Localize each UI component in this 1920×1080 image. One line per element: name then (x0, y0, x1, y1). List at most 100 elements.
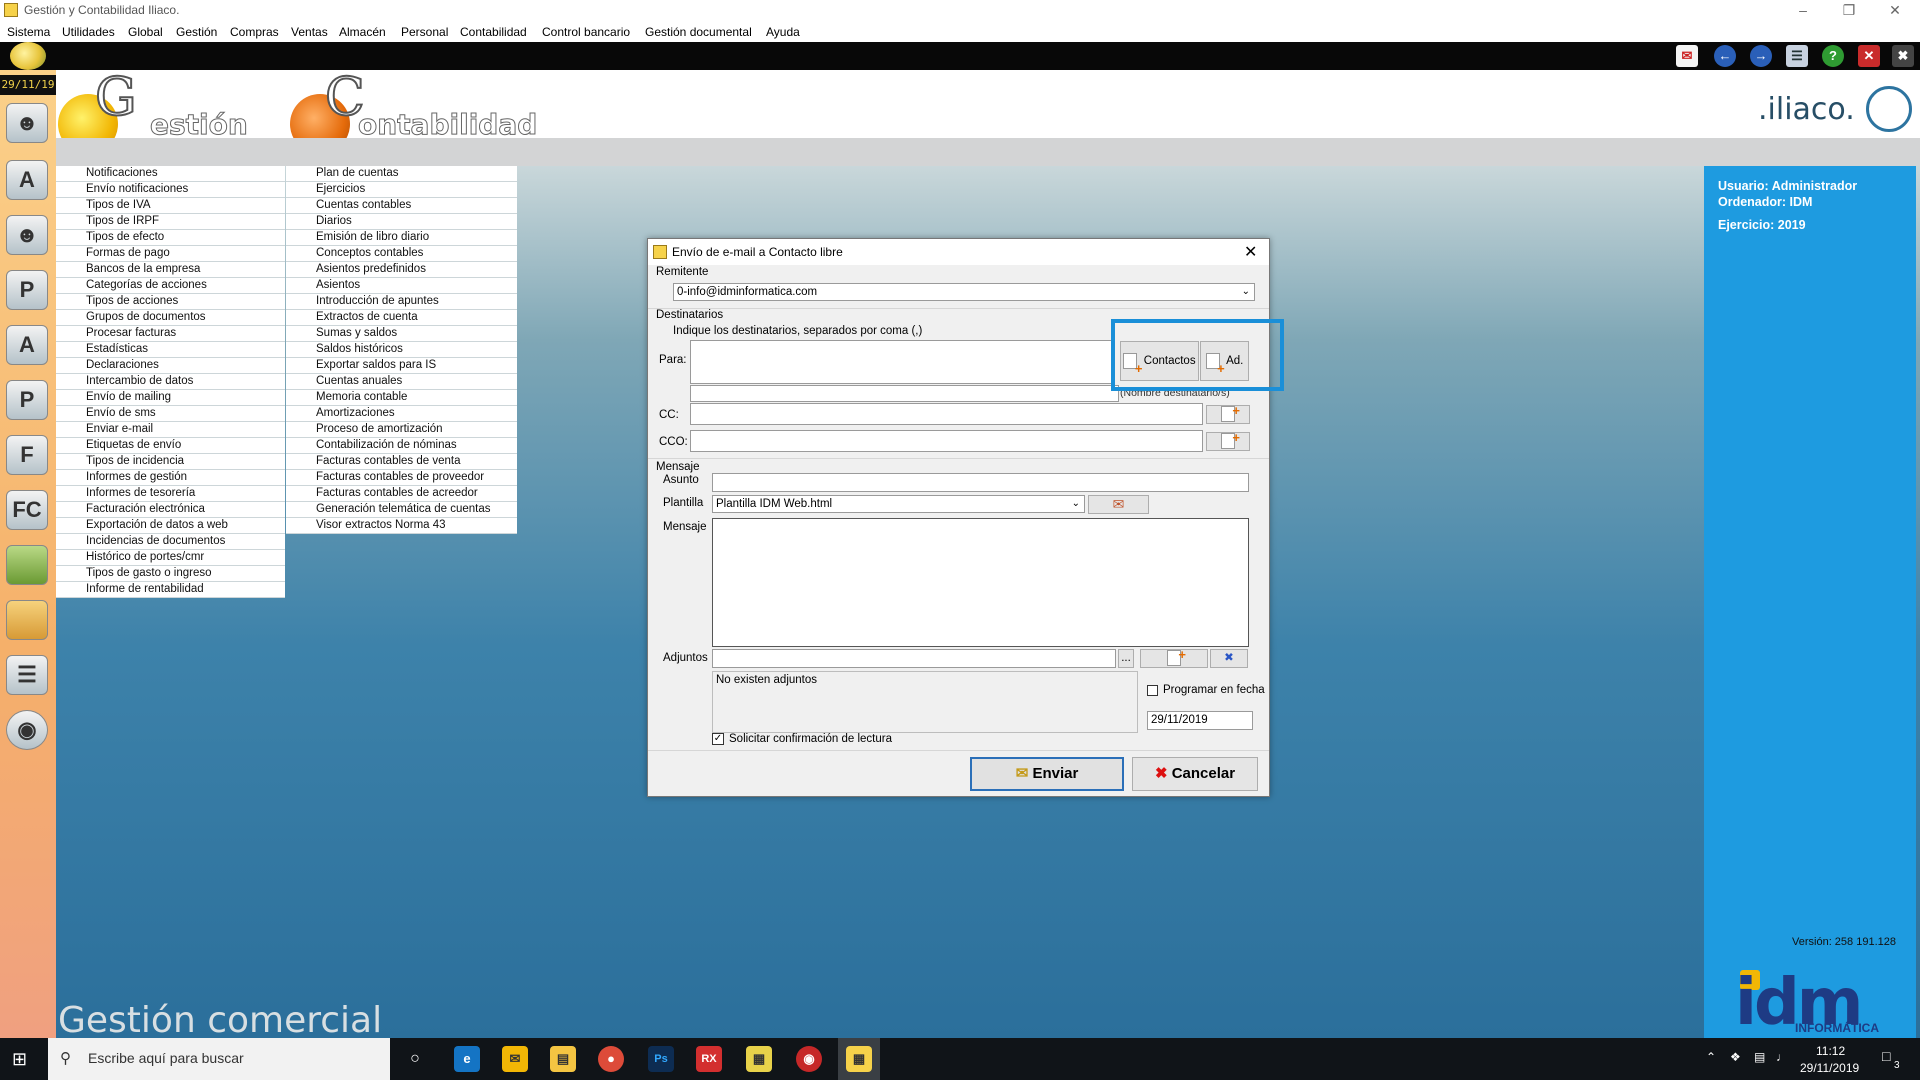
menu-list-item[interactable]: Visor extractos Norma 43 (286, 518, 517, 534)
menu-list-item[interactable]: Envío de sms (56, 406, 285, 422)
menu-list-item[interactable]: Cuentas contables (286, 198, 517, 214)
para-field[interactable] (690, 340, 1113, 384)
menu-list-item[interactable]: Notificaciones (56, 166, 285, 182)
client-icon[interactable]: ☻ (6, 215, 48, 255)
clock-date[interactable]: 29/11/2019 (1800, 1061, 1859, 1075)
menu-list-item[interactable]: Enviar e-mail (56, 422, 285, 438)
restore-button[interactable]: ❐ (1826, 0, 1872, 22)
minimize-button[interactable]: – (1780, 0, 1826, 22)
programar-checkbox[interactable] (1147, 685, 1158, 696)
iliaco-active-icon[interactable]: ▦ (846, 1046, 872, 1072)
start-windows-icon[interactable]: ⊞ (12, 1049, 32, 1069)
menu-control-bancario[interactable]: Control bancario (542, 25, 630, 39)
browse-button[interactable]: ... (1118, 649, 1134, 668)
fecha-field[interactable]: 29/11/2019 (1147, 711, 1253, 730)
menu-gestion-documental[interactable]: Gestión documental (645, 25, 752, 39)
add-attachment-button[interactable] (1140, 647, 1208, 668)
notifications-icon[interactable]: □ (1882, 1048, 1890, 1064)
menu-contabilidad[interactable]: Contabilidad (460, 25, 527, 39)
app-red-icon[interactable]: ◉ (796, 1046, 822, 1072)
document-f-icon[interactable]: F (6, 435, 48, 475)
cc-add-button[interactable] (1206, 403, 1250, 424)
menu-list-item[interactable]: Exportar saldos para IS (286, 358, 517, 374)
iliaco-app-icon[interactable]: ▦ (746, 1046, 772, 1072)
confirmacion-checkbox[interactable]: ✓ (712, 733, 724, 745)
menu-list-item[interactable]: Categorías de acciones (56, 278, 285, 294)
menu-list-item[interactable]: Emisión de libro diario (286, 230, 517, 246)
menu-list-item[interactable]: Amortizaciones (286, 406, 517, 422)
menu-list-item[interactable]: Informes de tesorería (56, 486, 285, 502)
disc-icon[interactable]: ◉ (6, 710, 48, 750)
document-p-icon[interactable]: P (6, 380, 48, 420)
menu-list-item[interactable]: Asientos (286, 278, 517, 294)
folder-green-icon[interactable] (6, 545, 48, 585)
menu-list-item[interactable]: Grupos de documentos (56, 310, 285, 326)
cancelar-button[interactable]: ✖ Cancelar (1132, 757, 1258, 791)
menu-list-item[interactable]: Bancos de la empresa (56, 262, 285, 278)
menu-list-item[interactable]: Tipos de IRPF (56, 214, 285, 230)
menu-list-item[interactable]: Procesar facturas (56, 326, 285, 342)
menu-list-item[interactable]: Exportación de datos a web (56, 518, 285, 534)
remove-attachment-button[interactable]: ✖ (1210, 649, 1248, 668)
network-icon[interactable]: ▤ (1754, 1050, 1765, 1064)
cc-field[interactable] (690, 403, 1203, 425)
cco-add-button[interactable] (1206, 430, 1250, 451)
menu-list-item[interactable]: Facturas contables de proveedor (286, 470, 517, 486)
windows-icon[interactable]: ☰ (1786, 45, 1808, 67)
menu-list-item[interactable]: Estadísticas (56, 342, 285, 358)
dropbox-icon[interactable]: ❖ (1730, 1050, 1741, 1064)
menu-list-item[interactable]: Intercambio de datos (56, 374, 285, 390)
menu-list-item[interactable]: Declaraciones (56, 358, 285, 374)
chrome-icon[interactable]: ● (598, 1046, 624, 1072)
exit-icon[interactable]: ✖ (1892, 45, 1914, 67)
menu-list-item[interactable]: Tipos de IVA (56, 198, 285, 214)
menu-list-item[interactable]: Etiquetas de envío (56, 438, 285, 454)
menu-list-item[interactable]: Plan de cuentas (286, 166, 517, 182)
menu-list-item[interactable]: Generación telemática de cuentas (286, 502, 517, 518)
menu-list-item[interactable]: Contabilización de nóminas (286, 438, 517, 454)
menu-list-item[interactable]: Histórico de portes/cmr (56, 550, 285, 566)
edge-icon[interactable]: e (454, 1046, 480, 1072)
menu-list-item[interactable]: Informes de gestión (56, 470, 285, 486)
asunto-field[interactable] (712, 473, 1249, 492)
menu-list-item[interactable]: Asientos predefinidos (286, 262, 517, 278)
menu-list-item[interactable]: Extractos de cuenta (286, 310, 517, 326)
home-orb-icon[interactable] (10, 42, 46, 70)
menu-list-item[interactable]: Diarios (286, 214, 517, 230)
menu-list-item[interactable]: Envío notificaciones (56, 182, 285, 198)
remitente-select[interactable]: 0-info@idminformatica.com ⌄ (673, 283, 1255, 301)
photoshop-icon[interactable]: Ps (648, 1046, 674, 1072)
menu-list-item[interactable]: Introducción de apuntes (286, 294, 517, 310)
menu-list-item[interactable]: Sumas y saldos (286, 326, 517, 342)
menu-personal[interactable]: Personal (401, 25, 448, 39)
adjuntos-field[interactable] (712, 649, 1116, 668)
menu-list-item[interactable]: Tipos de incidencia (56, 454, 285, 470)
enviar-button[interactable]: ✉ Enviar (970, 757, 1124, 791)
folder-orange-icon[interactable] (6, 600, 48, 640)
menu-list-item[interactable]: Facturas contables de venta (286, 454, 517, 470)
plantilla-select[interactable]: Plantilla IDM Web.html ⌄ (712, 495, 1085, 513)
edit-template-button[interactable]: ✉ (1088, 495, 1149, 514)
menu-list-item[interactable]: Envío de mailing (56, 390, 285, 406)
menu-utilidades[interactable]: Utilidades (62, 25, 115, 39)
menu-list-item[interactable]: Incidencias de documentos (56, 534, 285, 550)
menu-global[interactable]: Global (128, 25, 163, 39)
help-icon[interactable]: ? (1822, 45, 1844, 67)
tray-chevron-icon[interactable]: ⌃ (1706, 1050, 1716, 1064)
menu-list-item[interactable]: Tipos de efecto (56, 230, 285, 246)
menu-list-item[interactable]: Facturación electrónica (56, 502, 285, 518)
nombre-destinatario-field[interactable] (690, 385, 1119, 402)
dialog-close-button[interactable]: ✕ (1244, 242, 1257, 262)
menu-list-item[interactable]: Proceso de amortización (286, 422, 517, 438)
cco-field[interactable] (690, 430, 1203, 452)
menu-list-item[interactable]: Conceptos contables (286, 246, 517, 262)
back-icon[interactable]: ← (1714, 45, 1736, 67)
document-fc-icon[interactable]: FC (6, 490, 48, 530)
forward-icon[interactable]: → (1750, 45, 1772, 67)
mail-alert-icon[interactable]: ✉ (1676, 45, 1698, 67)
close-app-icon[interactable]: ✕ (1858, 45, 1880, 67)
menu-list-item[interactable]: Tipos de acciones (56, 294, 285, 310)
menu-gestion[interactable]: Gestión (176, 25, 217, 39)
menu-list-item[interactable]: Saldos históricos (286, 342, 517, 358)
menu-sistema[interactable]: Sistema (7, 25, 50, 39)
